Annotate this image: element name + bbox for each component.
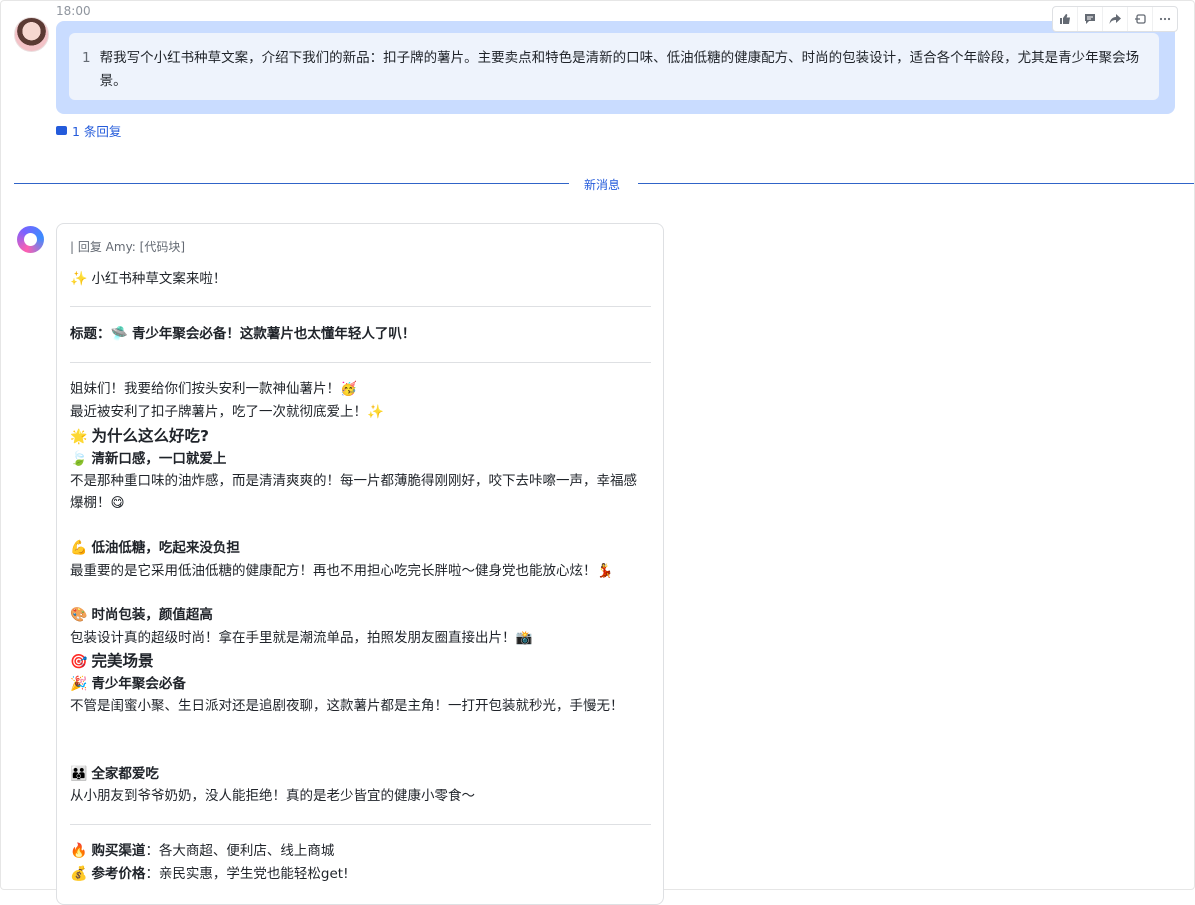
title-text: 青少年聚会必备！这款薯片也太懂年轻人了叭！ xyxy=(131,326,416,342)
new-message-divider-label: 新消息 xyxy=(584,178,621,192)
heading-text: 时尚包装，颜值超高 xyxy=(91,607,213,623)
reply-quote[interactable]: | 回复 Amy: [代码块] xyxy=(70,238,185,255)
target-icon: 🎯 xyxy=(70,654,88,670)
forward-icon[interactable] xyxy=(1103,7,1128,31)
paragraph: 姐妹们！我要给你们按头安利一款神仙薯片！🥳 xyxy=(70,381,357,397)
palette-icon: 🎨 xyxy=(70,607,88,623)
code-line: 1 帮我写个小红书种草文案，介绍下我们的新品：扣子牌的薯片。主要卖点和特色是清新的… xyxy=(82,47,1140,93)
message-timestamp: 18:00 xyxy=(56,4,91,18)
paragraph: 最近被安利了扣子牌薯片，吃了一次就彻底爱上！✨ xyxy=(70,404,384,420)
title-label: 标题： xyxy=(70,326,111,342)
paragraph: 最重要的是它采用低油低糖的健康配方！再也不用担心吃完长胖啦～健身党也能放心炫！💃 xyxy=(70,563,614,579)
subsection-heading: 🎨 时尚包装，颜值超高 xyxy=(70,604,213,626)
price-line: 💰 参考价格：亲民实惠，学生党也能轻松get! xyxy=(70,863,349,885)
divider-rule xyxy=(70,362,651,363)
heading-text: 低油低糖，吃起来没负担 xyxy=(91,540,240,556)
heading-text: 青少年聚会必备 xyxy=(91,676,186,692)
heading-text: 完美场景 xyxy=(91,652,154,670)
paragraph: 不管是闺蜜小聚、生日派对还是追剧夜聊，这款薯片都是主角！一打开包装就秒光，手慢无… xyxy=(70,698,624,714)
more-icon[interactable] xyxy=(1153,7,1177,31)
ufo-icon: 🛸 xyxy=(110,326,128,342)
leaf-icon: 🍃 xyxy=(70,451,88,467)
divider-rule xyxy=(70,824,651,825)
purchase-text: ：各大商超、便利店、线上商城 xyxy=(145,843,335,859)
code-block[interactable]: 1 帮我写个小红书种草文案，介绍下我们的新品：扣子牌的薯片。主要卖点和特色是清新的… xyxy=(69,33,1159,100)
subsection-heading: 🍃 清新口感，一口就爱上 xyxy=(70,448,226,470)
post-title-line: 标题：🛸 青少年聚会必备！这款薯片也太懂年轻人了叭！ xyxy=(70,323,415,345)
sparkles-icon: ✨ xyxy=(70,271,88,287)
section-heading: 🎯 完美场景 xyxy=(70,650,153,673)
purchase-channel-line: 🔥 购买渠道：各大商超、便利店、线上商城 xyxy=(70,840,334,862)
new-message-divider-left xyxy=(14,183,569,184)
reply-icon xyxy=(56,126,67,135)
section-heading: 🌟 为什么这么好吃? xyxy=(70,425,209,448)
user-avatar[interactable] xyxy=(14,17,49,52)
intro-line: ✨ 小红书种草文案来啦！ xyxy=(70,268,226,290)
paragraph: 包装设计真的超级时尚！拿在手里就是潮流单品，拍照发朋友圈直接出片！📸 xyxy=(70,630,533,646)
price-text: ：亲民实惠，学生党也能轻松get! xyxy=(145,866,349,882)
paragraph: 不是那种重口味的油炸感，而是清清爽爽的！每一片都薄脆得刚刚好，咬下去咔嚓一声，幸… xyxy=(70,473,637,511)
money-bag-icon: 💰 xyxy=(70,866,88,882)
bot-message-card: | 回复 Amy: [代码块] ✨ 小红书种草文案来啦！ 标题：🛸 青少年聚会必备！… xyxy=(56,223,664,905)
thumbs-up-icon[interactable] xyxy=(1053,7,1078,31)
heading-text: 为什么这么好吃? xyxy=(91,427,209,445)
star-icon: 🌟 xyxy=(70,429,88,445)
paragraph: 从小朋友到爷爷奶奶，没人能拒绝！真的是老少皆宜的健康小零食～ xyxy=(70,788,475,804)
pin-icon[interactable] xyxy=(1128,7,1153,31)
code-text: 帮我写个小红书种草文案，介绍下我们的新品：扣子牌的薯片。主要卖点和特色是清新的口… xyxy=(99,50,1140,89)
heading-text: 清新口感，一口就爱上 xyxy=(91,451,227,467)
subsection-heading: 💪 低油低糖，吃起来没负担 xyxy=(70,537,240,559)
subsection-heading: 👪 全家都爱吃 xyxy=(70,763,159,785)
message-action-toolbar xyxy=(1052,6,1178,32)
price-label: 参考价格 xyxy=(91,866,146,882)
code-line-number: 1 xyxy=(82,50,91,66)
reply-count-link[interactable]: 1 条回复 xyxy=(56,121,121,140)
comment-icon[interactable] xyxy=(1078,7,1103,31)
fire-icon: 🔥 xyxy=(70,843,88,859)
purchase-label: 购买渠道 xyxy=(91,843,146,859)
muscle-icon: 💪 xyxy=(70,540,88,556)
divider-rule xyxy=(70,306,651,307)
family-icon: 👪 xyxy=(70,766,88,782)
bot-avatar[interactable] xyxy=(17,226,44,253)
subsection-heading: 🎉 青少年聚会必备 xyxy=(70,673,186,695)
user-message-bubble: 1 帮我写个小红书种草文案，介绍下我们的新品：扣子牌的薯片。主要卖点和特色是清新的… xyxy=(56,21,1175,114)
new-message-divider-right xyxy=(638,183,1194,184)
reply-count-label: 1 条回复 xyxy=(72,124,122,139)
intro-text: 小红书种草文案来啦！ xyxy=(91,271,227,287)
heading-text: 全家都爱吃 xyxy=(91,766,159,782)
party-popper-icon: 🎉 xyxy=(70,676,88,692)
